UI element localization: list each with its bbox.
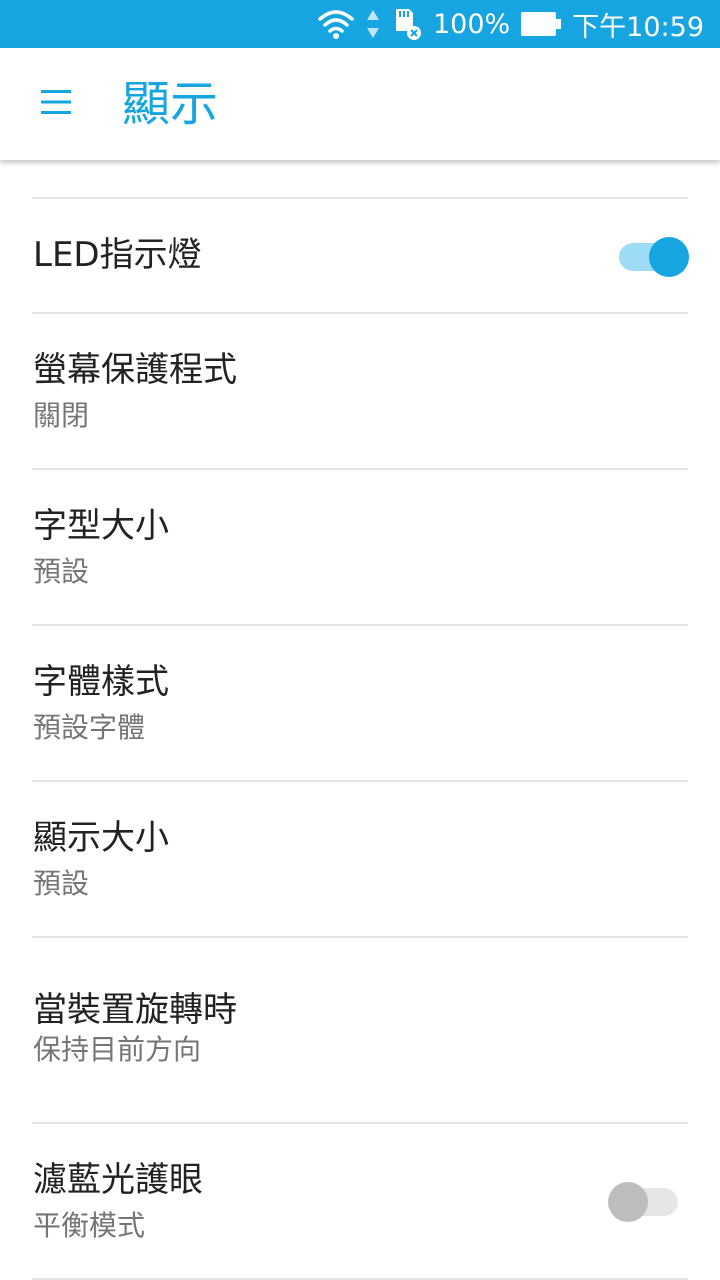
led-indicator-row[interactable]: LED指示燈 bbox=[0, 199, 720, 313]
blue-light-filter-value: 平衡模式 bbox=[33, 1209, 146, 1242]
font-style-title: 字體樣式 bbox=[33, 662, 169, 702]
rotation-value: 保持目前方向 bbox=[33, 1033, 202, 1066]
rotation-title: 當裝置旋轉時 bbox=[33, 990, 237, 1030]
display-size-row[interactable]: 顯示大小 預設 bbox=[0, 782, 720, 936]
wifi-icon bbox=[317, 8, 355, 40]
switch-thumb bbox=[608, 1182, 648, 1222]
app-bar: 顯示 bbox=[0, 48, 720, 160]
switch-thumb bbox=[649, 237, 689, 277]
data-activity-icon bbox=[365, 8, 381, 40]
font-style-row[interactable]: 字體樣式 預設字體 bbox=[0, 626, 720, 780]
clock: 下午10:59 bbox=[572, 11, 704, 43]
blue-light-filter-title: 濾藍光護眼 bbox=[33, 1160, 203, 1200]
font-style-value: 預設字體 bbox=[33, 711, 146, 744]
sd-card-icon bbox=[391, 7, 423, 41]
led-indicator-title: LED指示燈 bbox=[33, 235, 202, 275]
font-size-row[interactable]: 字型大小 預設 bbox=[0, 470, 720, 624]
led-indicator-switch[interactable] bbox=[619, 235, 689, 277]
screensaver-title: 螢幕保護程式 bbox=[33, 350, 237, 390]
blue-light-filter-row[interactable]: 濾藍光護眼 平衡模式 bbox=[0, 1124, 720, 1278]
rotation-row[interactable]: 當裝置旋轉時 保持目前方向 bbox=[0, 938, 720, 1122]
battery-icon bbox=[520, 10, 562, 38]
menu-button[interactable] bbox=[40, 88, 72, 120]
screensaver-row[interactable]: 螢幕保護程式 關閉 bbox=[0, 314, 720, 468]
display-size-title: 顯示大小 bbox=[33, 818, 169, 858]
font-size-title: 字型大小 bbox=[33, 506, 169, 546]
status-bar: 100% 下午10:59 bbox=[0, 0, 720, 48]
screensaver-value: 關閉 bbox=[33, 399, 90, 432]
hamburger-menu-icon bbox=[41, 88, 71, 120]
display-size-value: 預設 bbox=[33, 867, 90, 900]
font-size-value: 預設 bbox=[33, 555, 90, 588]
blue-light-filter-switch[interactable] bbox=[608, 1180, 678, 1222]
page-title: 顯示 bbox=[122, 76, 219, 132]
battery-percent: 100% bbox=[432, 8, 511, 40]
